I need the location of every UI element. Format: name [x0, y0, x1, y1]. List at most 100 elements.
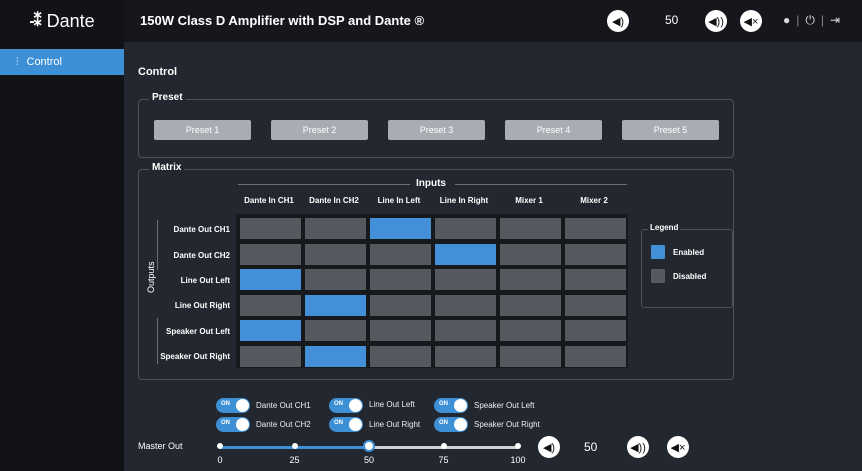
row-header: Speaker Out Right — [160, 352, 230, 361]
matrix-cell-disabled[interactable] — [240, 294, 301, 316]
matrix-cell-disabled[interactable] — [370, 243, 431, 265]
row-header: Speaker Out Left — [165, 327, 230, 336]
toggle-label: Line Out Left — [369, 400, 415, 409]
matrix-cell-disabled[interactable] — [305, 218, 366, 239]
matrix-cell-disabled[interactable] — [370, 294, 431, 316]
preset-3-button[interactable]: Preset 3 — [388, 120, 485, 140]
matrix-cell-enabled[interactable] — [305, 345, 366, 367]
toggle-dante-out-ch1[interactable]: ON — [216, 398, 250, 413]
preset-2-button[interactable]: Preset 2 — [271, 120, 368, 140]
toggle-knob — [349, 399, 362, 412]
toggle-state: ON — [439, 401, 448, 407]
preset-1-button[interactable]: Preset 1 — [154, 120, 251, 140]
matrix-cell-enabled[interactable] — [305, 294, 366, 316]
matrix-cell-disabled[interactable] — [565, 294, 626, 316]
matrix-panel-label: Matrix — [149, 162, 185, 173]
inputs-divider-right — [455, 184, 627, 185]
matrix-cell-disabled[interactable] — [435, 320, 496, 341]
master-out-label: Master Out — [138, 441, 183, 451]
slider-tick — [217, 443, 223, 449]
outputs-divider-top — [157, 220, 158, 270]
matrix-cell-disabled[interactable] — [565, 320, 626, 341]
user-icon[interactable]: ● — [783, 13, 790, 28]
master-out-slider-thumb[interactable] — [363, 440, 375, 452]
matrix-cell-disabled[interactable] — [370, 320, 431, 341]
matrix-cell-disabled[interactable] — [500, 269, 561, 290]
matrix-cell-disabled[interactable] — [500, 294, 561, 316]
toggle-label: Line Out Right — [369, 420, 421, 429]
matrix-cell-disabled[interactable] — [435, 345, 496, 367]
dante-logo-mark: -⁑ — [29, 13, 41, 30]
matrix-cell-disabled[interactable] — [500, 243, 561, 265]
toggle-line-out-left[interactable]: ON — [329, 398, 363, 413]
matrix-cell-enabled[interactable] — [370, 218, 431, 239]
toggle-knob — [349, 418, 362, 431]
master-out-value: 50 — [584, 440, 598, 454]
matrix-cell-disabled[interactable] — [435, 218, 496, 239]
matrix-cell-disabled[interactable] — [435, 269, 496, 290]
toggle-line-out-right[interactable]: ON — [329, 417, 363, 432]
column-header: Dante In CH1 — [244, 196, 294, 205]
sidebar-item-label: Control — [26, 56, 62, 68]
mute-icon[interactable]: ◀× — [667, 436, 689, 458]
matrix-cell-enabled[interactable] — [240, 320, 301, 341]
matrix-cell-enabled[interactable] — [240, 269, 301, 290]
matrix-cell-disabled[interactable] — [500, 345, 561, 367]
toggle-knob — [454, 399, 467, 412]
preset-5-button[interactable]: Preset 5 — [622, 120, 719, 140]
matrix-cell-disabled[interactable] — [565, 269, 626, 290]
toggle-speaker-out-right[interactable]: ON — [434, 417, 468, 432]
matrix-cell-disabled[interactable] — [240, 243, 301, 265]
slider-tick-label: 100 — [510, 455, 526, 465]
header-actions: ● | ⏻ | ⇥ — [783, 13, 840, 28]
volume-down-icon[interactable]: ◀) — [607, 10, 629, 32]
dante-logo-text: Dante — [46, 10, 95, 31]
matrix-cell-disabled[interactable] — [565, 218, 626, 239]
matrix-cell-disabled[interactable] — [240, 345, 301, 367]
volume-up-icon[interactable]: ◀)) — [627, 436, 649, 458]
matrix-cell-disabled[interactable] — [305, 269, 366, 290]
toggle-knob — [236, 418, 249, 431]
matrix-cell-disabled[interactable] — [305, 243, 366, 265]
volume-down-icon[interactable]: ◀) — [538, 436, 560, 458]
matrix-cell-enabled[interactable] — [435, 243, 496, 265]
preset-4-button[interactable]: Preset 4 — [505, 120, 602, 140]
row-header: Line Out Left — [180, 276, 230, 285]
matrix-cell-disabled[interactable] — [305, 320, 366, 341]
power-icon[interactable]: ⏻ — [805, 13, 815, 28]
sidebar-item-control[interactable]: ⫶ Control — [0, 49, 124, 75]
logout-icon[interactable]: ⇥ — [830, 13, 840, 28]
matrix-cell-disabled[interactable] — [500, 320, 561, 341]
matrix-cell-disabled[interactable] — [370, 345, 431, 367]
inputs-divider-left — [238, 184, 410, 185]
column-header: Line In Right — [439, 196, 489, 205]
slider-tick — [440, 443, 447, 449]
toggle-state: ON — [221, 401, 230, 407]
outputs-label: Outputs — [146, 261, 156, 293]
toggle-knob — [454, 418, 467, 431]
app-title: 150W Class D Amplifier with DSP and Dant… — [140, 13, 425, 28]
column-header: Dante In CH2 — [309, 196, 359, 205]
header-volume-value: 50 — [665, 13, 679, 27]
routing-matrix-grid — [236, 214, 628, 368]
mute-icon[interactable]: ◀× — [740, 10, 762, 32]
matrix-cell-disabled[interactable] — [565, 345, 626, 367]
matrix-cell-disabled[interactable] — [240, 218, 301, 239]
divider: | — [796, 13, 800, 27]
toggle-state: ON — [439, 420, 448, 426]
toggle-dante-out-ch2[interactable]: ON — [216, 417, 250, 432]
matrix-cell-disabled[interactable] — [435, 294, 496, 316]
matrix-cell-disabled[interactable] — [565, 243, 626, 265]
toggle-speaker-out-left[interactable]: ON — [434, 398, 468, 413]
matrix-cell-disabled[interactable] — [500, 218, 561, 239]
toggle-label: Speaker Out Right — [474, 420, 540, 429]
legend-disabled-swatch — [651, 269, 665, 283]
slider-tick-label: 0 — [217, 455, 223, 465]
legend-enabled-label: Enabled — [673, 248, 705, 257]
slider-tick — [291, 443, 298, 449]
toggle-state: ON — [334, 401, 343, 407]
matrix-cell-disabled[interactable] — [370, 269, 431, 290]
volume-up-icon[interactable]: ◀)) — [705, 10, 727, 32]
legend: Legend Enabled Disabled — [641, 223, 733, 308]
slider-tick-label: 50 — [363, 455, 375, 465]
